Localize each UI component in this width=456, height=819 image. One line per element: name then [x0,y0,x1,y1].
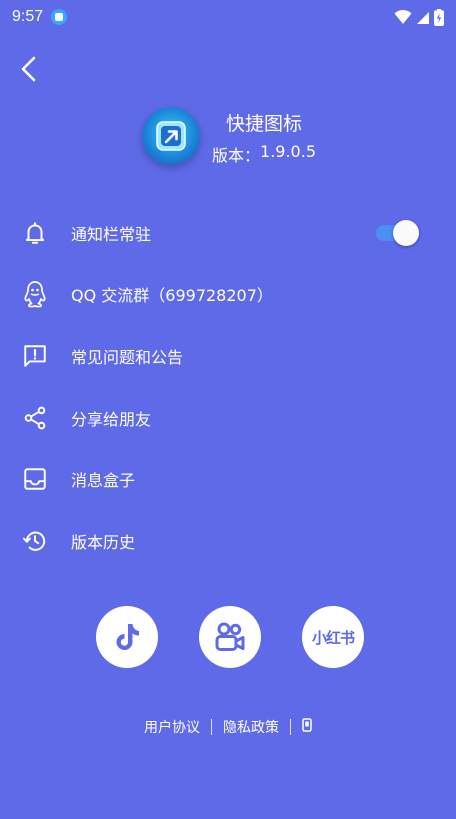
footer-links: 用户协议 隐私政策 [0,716,456,738]
douyin-icon [116,624,139,650]
settings-menu: 通知栏常驻 QQ 交流群（699728207） 常见问题和公告 分享给朋友 消息… [0,202,456,572]
status-bar: 9:57 [0,0,456,34]
app-version: 版本： 1.9.0.5 [212,142,342,166]
menu-item-share[interactable]: 分享给朋友 [0,387,456,449]
footer-divider [290,719,291,735]
status-icons [394,8,444,26]
app-logo [142,107,200,165]
toggle-knob [393,219,419,246]
menu-label: 通知栏常驻 [71,224,152,244]
kuaishou-button[interactable] [199,606,261,668]
kuaishou-icon [215,622,245,651]
menu-item-version-history[interactable]: 版本历史 [0,510,456,572]
app-name: 快捷图标 [226,113,303,135]
menu-label: QQ 交流群（699728207） [71,286,273,306]
history-icon [20,526,50,556]
app-notification-icon [51,9,68,25]
battery-charging-icon [434,8,444,26]
phone-icon[interactable] [302,718,312,736]
qq-penguin-icon [20,279,50,309]
status-time: 9:57 [12,8,44,25]
version-label: 版本： [212,146,261,165]
wifi-icon [394,9,412,24]
xiaohongshu-icon: 小红书 [311,628,355,647]
message-alert-icon [20,341,50,371]
menu-item-inbox[interactable]: 消息盒子 [0,448,456,510]
share-icon [20,403,50,433]
footer-divider [211,719,212,735]
bell-icon [20,218,50,248]
menu-label: 消息盒子 [71,471,136,491]
back-button[interactable] [14,54,44,84]
social-links: 小红书 [0,606,456,668]
xiaohongshu-button[interactable]: 小红书 [302,606,364,668]
inbox-icon [20,464,50,494]
menu-item-qq-group[interactable]: QQ 交流群（699728207） [0,264,456,326]
menu-item-notification[interactable]: 通知栏常驻 [0,202,456,264]
notification-toggle[interactable] [376,219,419,246]
privacy-policy-link[interactable]: 隐私政策 [223,717,279,737]
menu-item-faq[interactable]: 常见问题和公告 [0,325,456,387]
menu-label: 分享给朋友 [71,409,152,429]
version-number: 1.9.0.5 [260,142,316,161]
chevron-left-icon [21,56,36,82]
menu-label: 常见问题和公告 [71,347,184,367]
signal-icon [417,12,429,24]
user-agreement-link[interactable]: 用户协议 [144,717,200,737]
douyin-button[interactable] [96,606,158,668]
shortcut-app-icon [156,121,186,151]
menu-label: 版本历史 [71,532,136,552]
